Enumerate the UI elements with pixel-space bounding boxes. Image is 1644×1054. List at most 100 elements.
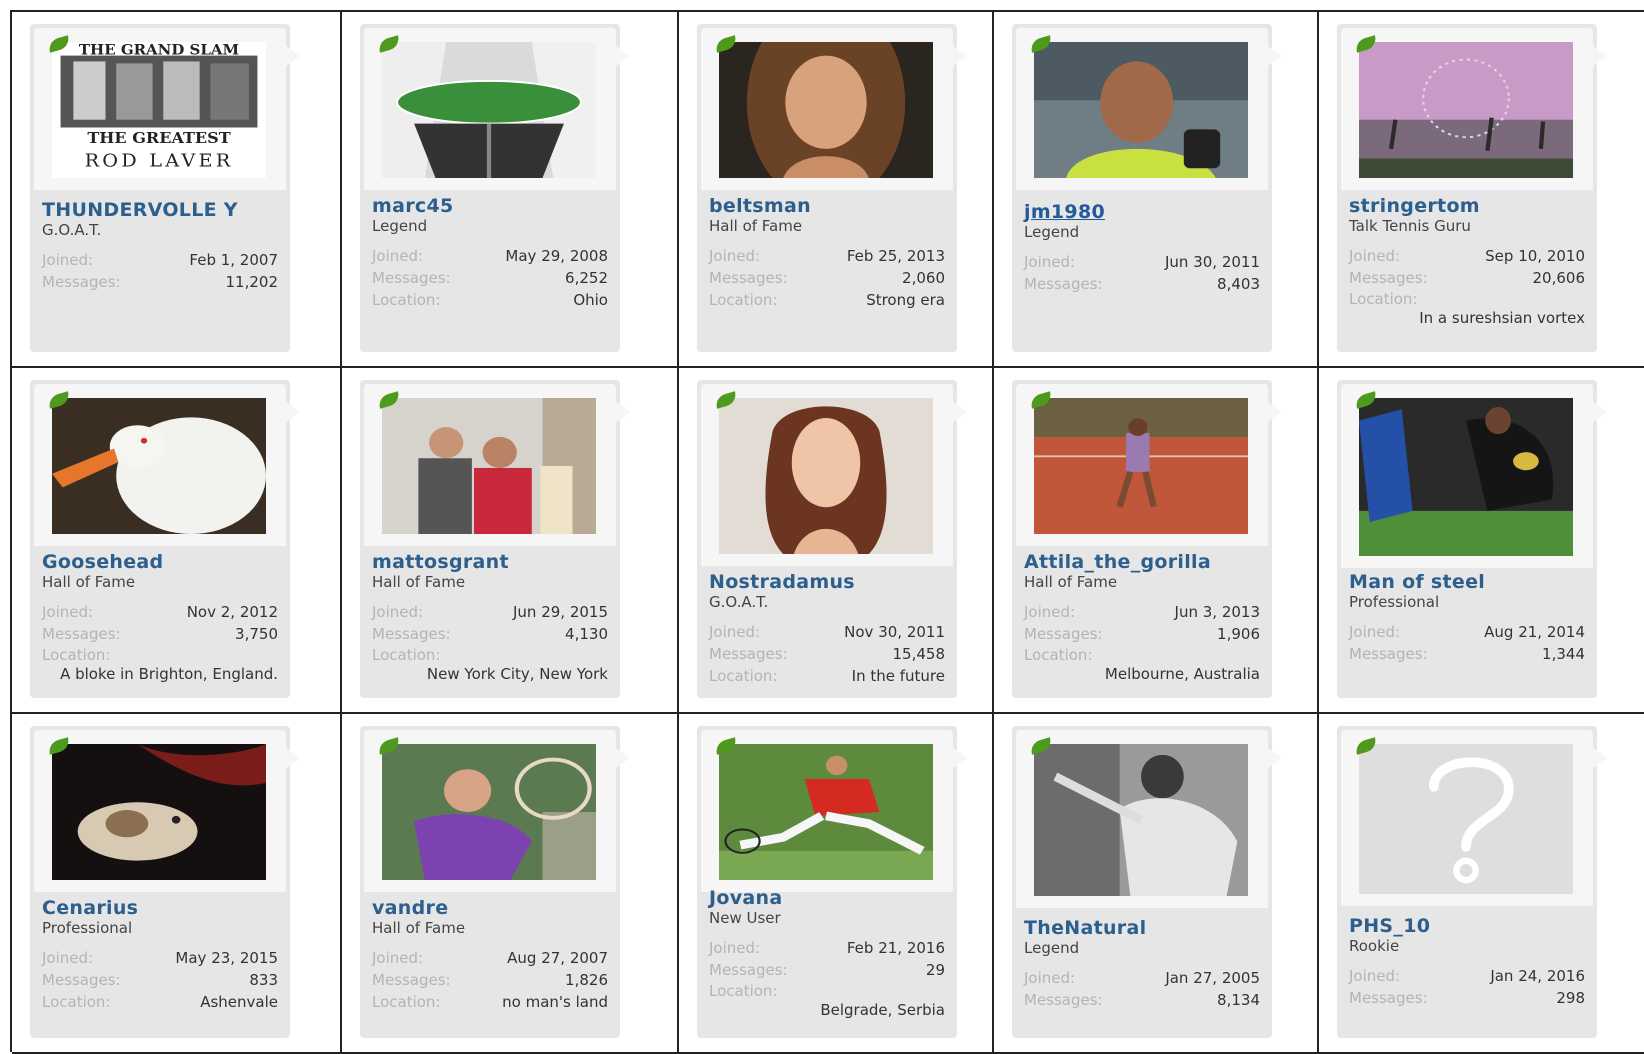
- username-link[interactable]: beltsman: [709, 196, 945, 217]
- member-title: G.O.A.T.: [709, 593, 769, 611]
- messages-row: Messages: 298: [1349, 989, 1585, 1007]
- username-link[interactable]: Nostradamus: [709, 572, 945, 593]
- member-title: Legend: [1024, 223, 1080, 241]
- member-title: Legend: [372, 217, 428, 235]
- messages-row: Messages: 20,606: [1349, 269, 1585, 287]
- location-row: Location: no man's land: [372, 993, 608, 1011]
- member-card: Nostradamus G.O.A.T. Joined: Nov 30, 2011…: [697, 380, 967, 698]
- messages-row: Messages: 6,252: [372, 269, 608, 287]
- avatar[interactable]: [1359, 42, 1573, 178]
- messages-row: Messages: 1,906: [1024, 625, 1260, 643]
- member-card: PHS_10 Rookie Joined: Jan 24, 2016 Messag…: [1337, 726, 1607, 1038]
- avatar-frame: [1016, 28, 1282, 190]
- username-link[interactable]: PHS_10: [1349, 916, 1585, 937]
- joined-row: Joined: Jan 27, 2005: [1024, 969, 1260, 987]
- avatar-frame: [1016, 384, 1282, 546]
- username-link[interactable]: vandre: [372, 898, 608, 919]
- joined-row: Joined: Jun 29, 2015: [372, 603, 608, 621]
- avatar[interactable]: [52, 398, 266, 534]
- joined-row: Joined: Jun 3, 2013: [1024, 603, 1260, 621]
- username-link[interactable]: jm1980: [1024, 202, 1260, 223]
- member-cell: Nostradamus G.O.A.T. Joined: Nov 30, 2011…: [679, 368, 994, 714]
- location-value: Belgrade, Serbia: [820, 1001, 945, 1019]
- avatar[interactable]: [52, 744, 266, 880]
- username-link[interactable]: mattosgrant: [372, 552, 608, 573]
- username-link[interactable]: Attila_the_gorilla: [1024, 552, 1260, 573]
- member-title: Talk Tennis Guru: [1349, 217, 1471, 235]
- member-title: Legend: [1024, 939, 1080, 957]
- member-card: marc45 Legend Joined: May 29, 2008 Messag…: [360, 24, 630, 352]
- username-link[interactable]: Goosehead: [42, 552, 278, 573]
- joined-row: Joined: Nov 30, 2011: [709, 623, 945, 641]
- avatar-frame: [701, 730, 967, 892]
- member-card: stringertom Talk Tennis Guru Joined: Sep …: [1337, 24, 1607, 352]
- member-cell: marc45 Legend Joined: May 29, 2008 Messag…: [342, 12, 679, 368]
- location-row: Location: Strong era: [709, 291, 945, 309]
- avatar-text-top: THE GRAND SLAM: [79, 43, 239, 58]
- joined-row: Joined: May 23, 2015: [42, 949, 278, 967]
- member-cell: beltsman Hall of Fame Joined: Feb 25, 201…: [679, 12, 994, 368]
- username-link[interactable]: Man of steel: [1349, 572, 1585, 593]
- avatar-frame: [364, 384, 630, 546]
- member-cell: jm1980 Legend Joined: Jun 30, 2011 Messag…: [994, 12, 1319, 368]
- joined-row: Joined: Feb 25, 2013: [709, 247, 945, 265]
- location-row: Location: In the future: [709, 667, 945, 685]
- location-label: Location:: [1349, 290, 1418, 308]
- avatar-frame: THE GRAND SLAM THE GREATEST ROD LAVER: [34, 28, 300, 190]
- avatar[interactable]: [1034, 744, 1248, 896]
- avatar-frame: [34, 384, 300, 546]
- avatar[interactable]: [719, 398, 933, 554]
- messages-row: Messages: 15,458: [709, 645, 945, 663]
- member-cell: mattosgrant Hall of Fame Joined: Jun 29, …: [342, 368, 679, 714]
- member-card: vandre Hall of Fame Joined: Aug 27, 2007 …: [360, 726, 630, 1038]
- member-title: Professional: [42, 919, 133, 937]
- joined-row: Joined: Feb 21, 2016: [709, 939, 945, 957]
- member-cell: vandre Hall of Fame Joined: Aug 27, 2007 …: [342, 714, 679, 1054]
- avatar[interactable]: [1359, 744, 1573, 894]
- location-value: A bloke in Brighton, England.: [60, 665, 278, 683]
- member-cell: Attila_the_gorilla Hall of Fame Joined: J…: [994, 368, 1319, 714]
- location-label: Location:: [372, 646, 441, 664]
- avatar[interactable]: [1359, 398, 1573, 556]
- avatar[interactable]: [382, 42, 596, 178]
- joined-row: Joined: Jan 24, 2016: [1349, 967, 1585, 985]
- member-card: Jovana New User Joined: Feb 21, 2016 Mess…: [697, 726, 967, 1038]
- avatar[interactable]: [382, 744, 596, 880]
- avatar[interactable]: [719, 42, 933, 178]
- username-link[interactable]: THUNDERVOLLE Y: [42, 200, 278, 221]
- member-title: Hall of Fame: [372, 919, 466, 937]
- avatar[interactable]: THE GRAND SLAM THE GREATEST ROD LAVER: [52, 42, 266, 178]
- member-cell: Cenarius Professional Joined: May 23, 201…: [12, 714, 342, 1054]
- member-cell: stringertom Talk Tennis Guru Joined: Sep …: [1319, 12, 1644, 368]
- joined-row: Joined: Feb 1, 2007: [42, 251, 278, 269]
- avatar[interactable]: [719, 744, 933, 880]
- member-cell: Jovana New User Joined: Feb 21, 2016 Mess…: [679, 714, 994, 1054]
- location-label: Location:: [709, 982, 778, 1000]
- member-card: TheNatural Legend Joined: Jan 27, 2005 Me…: [1012, 726, 1282, 1038]
- joined-row: Joined: Aug 27, 2007: [372, 949, 608, 967]
- member-cell: PHS_10 Rookie Joined: Jan 24, 2016 Messag…: [1319, 714, 1644, 1054]
- member-title: Hall of Fame: [709, 217, 803, 235]
- username-link[interactable]: marc45: [372, 196, 608, 217]
- member-cell: THE GRAND SLAM THE GREATEST ROD LAVER TH…: [12, 12, 342, 368]
- avatar[interactable]: [1034, 42, 1248, 178]
- avatar[interactable]: [1034, 398, 1248, 534]
- member-card: Goosehead Hall of Fame Joined: Nov 2, 201…: [30, 380, 300, 698]
- member-title: G.O.A.T.: [42, 221, 102, 239]
- member-card: mattosgrant Hall of Fame Joined: Jun 29, …: [360, 380, 630, 698]
- avatar-text-mid: THE GREATEST: [87, 130, 231, 147]
- location-label: Location:: [42, 646, 111, 664]
- username-link[interactable]: stringertom: [1349, 196, 1585, 217]
- username-link[interactable]: Cenarius: [42, 898, 278, 919]
- member-card: beltsman Hall of Fame Joined: Feb 25, 201…: [697, 24, 967, 352]
- location-row: Location: Ohio: [372, 291, 608, 309]
- joined-row: Joined: Nov 2, 2012: [42, 603, 278, 621]
- location-value: In a sureshsian vortex: [1419, 309, 1585, 327]
- member-card: Man of steel Professional Joined: Aug 21,…: [1337, 380, 1607, 698]
- messages-row: Messages: 1,826: [372, 971, 608, 989]
- joined-row: Joined: May 29, 2008: [372, 247, 608, 265]
- username-link[interactable]: Jovana: [709, 888, 945, 909]
- username-link[interactable]: TheNatural: [1024, 918, 1260, 939]
- member-cell: Goosehead Hall of Fame Joined: Nov 2, 201…: [12, 368, 342, 714]
- avatar[interactable]: [382, 398, 596, 534]
